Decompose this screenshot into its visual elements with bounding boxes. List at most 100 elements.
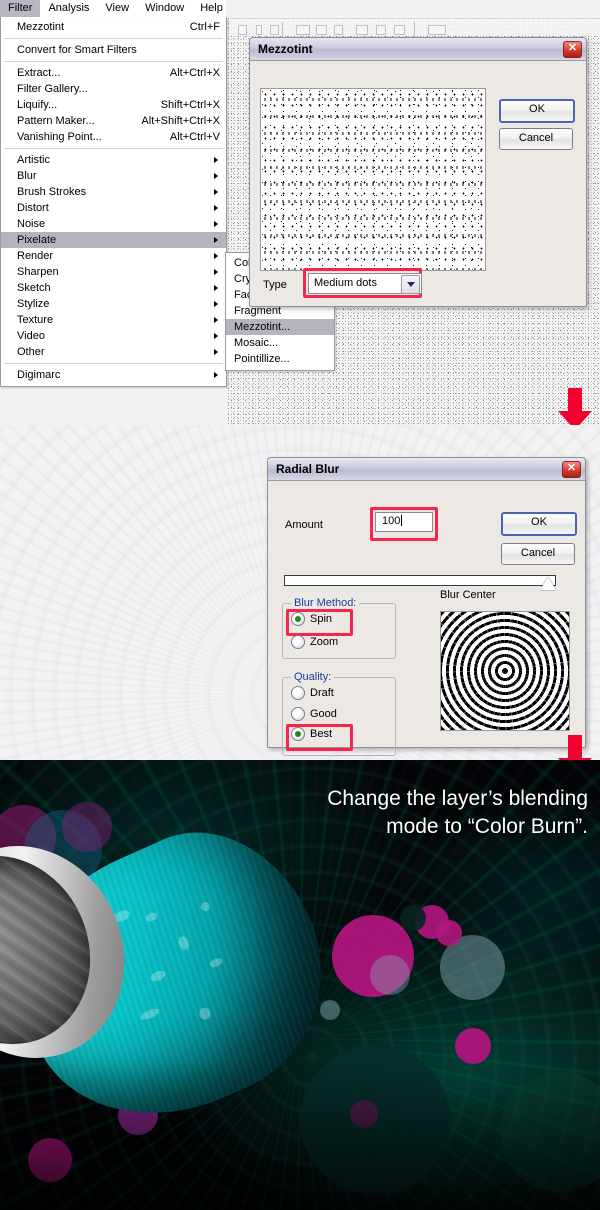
blur-method-zoom[interactable]: Zoom	[291, 635, 338, 649]
submenu-item-mosaic[interactable]: Mosaic...	[226, 335, 334, 351]
submenu-item-pointillize[interactable]: Pointillize...	[226, 351, 334, 367]
menu-item-accel: Alt+Ctrl+X	[169, 67, 220, 79]
chevron-right-icon	[214, 189, 218, 195]
filter-dropdown-menu[interactable]: Mezzotint Ctrl+F Convert for Smart Filte…	[0, 17, 227, 387]
amount-slider-track[interactable]	[284, 575, 556, 586]
chevron-right-icon	[214, 237, 218, 243]
menu-item-label: Video	[17, 330, 45, 342]
menu-item-render[interactable]: Render	[1, 248, 226, 264]
menu-item-extract[interactable]: Extract... Alt+Ctrl+X	[1, 65, 226, 81]
radial-blur-ok-button[interactable]: OK	[501, 512, 577, 536]
caption-line-1: Change the layer’s blending	[327, 787, 588, 810]
menu-bar[interactable]: Filter Analysis View Window Help	[0, 0, 226, 18]
mezzotint-dialog-title: Mezzotint	[258, 42, 313, 56]
menubar-item-view[interactable]: View	[97, 0, 137, 17]
close-icon[interactable]: ✕	[562, 461, 581, 478]
mezzotint-preview-dots	[261, 89, 485, 270]
menubar-item-filter[interactable]: Filter	[0, 0, 41, 17]
menu-item-filter-gallery[interactable]: Filter Gallery...	[1, 81, 226, 97]
chevron-right-icon	[214, 173, 218, 179]
chevron-right-icon	[214, 253, 218, 259]
menu-item-pixelate[interactable]: Pixelate	[1, 232, 226, 248]
menu-item-label: Artistic	[17, 154, 50, 166]
artwork-bottom-shade	[0, 1060, 600, 1210]
screenshot-root: Filter Analysis View Window Help Mezzoti…	[0, 0, 600, 1210]
menu-item-noise[interactable]: Noise	[1, 216, 226, 232]
menu-item-pattern-maker[interactable]: Pattern Maker... Alt+Shift+Ctrl+X	[1, 113, 226, 129]
quality-good-label: Good	[310, 708, 337, 720]
menu-item-label: Noise	[17, 218, 46, 230]
menu-item-label: Pattern Maker...	[17, 115, 95, 127]
submenu-item-mezzotint[interactable]: Mezzotint...	[226, 319, 334, 335]
chevron-right-icon	[214, 221, 218, 227]
blur-method-label: Blur Method:	[291, 597, 360, 609]
quality-draft-label: Draft	[310, 687, 334, 699]
menu-item-label: Sketch	[17, 282, 51, 294]
menu-item-stylize[interactable]: Stylize	[1, 296, 226, 312]
menu-item-label: Mezzotint	[17, 21, 65, 33]
radial-blur-dialog-title: Radial Blur	[276, 462, 340, 476]
menubar-item-analysis[interactable]: Analysis	[40, 0, 97, 17]
menu-item-label: Other	[17, 346, 45, 358]
mezzotint-type-label: Type	[263, 279, 287, 291]
menu-item-mezzotint[interactable]: Mezzotint Ctrl+F	[1, 19, 226, 35]
radio-icon[interactable]	[291, 686, 305, 700]
blur-center-rings	[441, 612, 569, 730]
menu-item-label: Blur	[17, 170, 37, 182]
menu-item-convert-smart-filters[interactable]: Convert for Smart Filters	[1, 42, 226, 58]
radial-blur-cancel-button[interactable]: Cancel	[501, 543, 575, 565]
menu-item-digimarc[interactable]: Digimarc	[1, 367, 226, 383]
menu-separator	[4, 61, 223, 62]
radio-icon[interactable]	[291, 727, 305, 741]
close-icon[interactable]: ✕	[563, 41, 582, 58]
menu-item-accel: Alt+Ctrl+V	[169, 131, 220, 143]
menu-item-label: Distort	[17, 202, 49, 214]
menubar-item-help[interactable]: Help	[192, 0, 231, 17]
menu-item-sketch[interactable]: Sketch	[1, 280, 226, 296]
mezzotint-type-value: Medium dots	[314, 277, 377, 289]
artwork-caption: Change the layer’s blending mode to “Col…	[168, 785, 588, 841]
mezzotint-cancel-button[interactable]: Cancel	[499, 128, 573, 150]
amount-value: 100	[382, 515, 401, 527]
amount-label: Amount	[285, 519, 323, 531]
quality-draft[interactable]: Draft	[291, 686, 334, 700]
radio-icon[interactable]	[291, 635, 305, 649]
mezzotint-ok-button[interactable]: OK	[499, 99, 575, 123]
chevron-down-icon[interactable]	[401, 275, 420, 294]
radial-blur-dialog-body: Amount 100 Blur Method: Spin Zoom Qualit…	[268, 481, 585, 756]
mezzotint-dialog: Mezzotint ✕ OK Cancel Type Medium dots	[249, 37, 587, 307]
chevron-right-icon	[214, 301, 218, 307]
bubble	[436, 920, 462, 946]
mezzotint-dialog-body: OK Cancel Type Medium dots	[250, 61, 586, 306]
mezzotint-preview[interactable]	[260, 88, 486, 271]
menu-item-texture[interactable]: Texture	[1, 312, 226, 328]
menu-item-other[interactable]: Other	[1, 344, 226, 360]
blur-method-spin[interactable]: Spin	[291, 612, 332, 626]
radio-icon[interactable]	[291, 707, 305, 721]
menu-item-brush-strokes[interactable]: Brush Strokes	[1, 184, 226, 200]
chevron-right-icon	[214, 157, 218, 163]
menu-item-liquify[interactable]: Liquify... Shift+Ctrl+X	[1, 97, 226, 113]
blur-method-zoom-label: Zoom	[310, 636, 339, 648]
quality-best-label: Best	[310, 728, 333, 740]
menu-item-blur[interactable]: Blur	[1, 168, 226, 184]
menu-item-vanishing-point[interactable]: Vanishing Point... Alt+Ctrl+V	[1, 129, 226, 145]
amount-input[interactable]: 100	[375, 512, 433, 532]
menu-item-label: Extract...	[17, 67, 61, 79]
menu-item-label: Vanishing Point...	[17, 131, 102, 143]
quality-good[interactable]: Good	[291, 707, 337, 721]
menu-item-sharpen[interactable]: Sharpen	[1, 264, 226, 280]
blur-center-preview[interactable]	[440, 611, 570, 731]
chevron-right-icon	[214, 269, 218, 275]
menubar-item-window[interactable]: Window	[137, 0, 192, 17]
quality-best[interactable]: Best	[291, 727, 332, 741]
mezzotint-dialog-titlebar: Mezzotint ✕	[250, 38, 586, 61]
mezzotint-type-select[interactable]: Medium dots	[308, 273, 422, 294]
amount-slider-thumb[interactable]	[540, 577, 556, 590]
red-arrow-step1	[558, 388, 592, 425]
radio-icon[interactable]	[291, 612, 305, 626]
bubble	[400, 905, 426, 931]
menu-item-artistic[interactable]: Artistic	[1, 152, 226, 168]
menu-item-distort[interactable]: Distort	[1, 200, 226, 216]
menu-item-video[interactable]: Video	[1, 328, 226, 344]
